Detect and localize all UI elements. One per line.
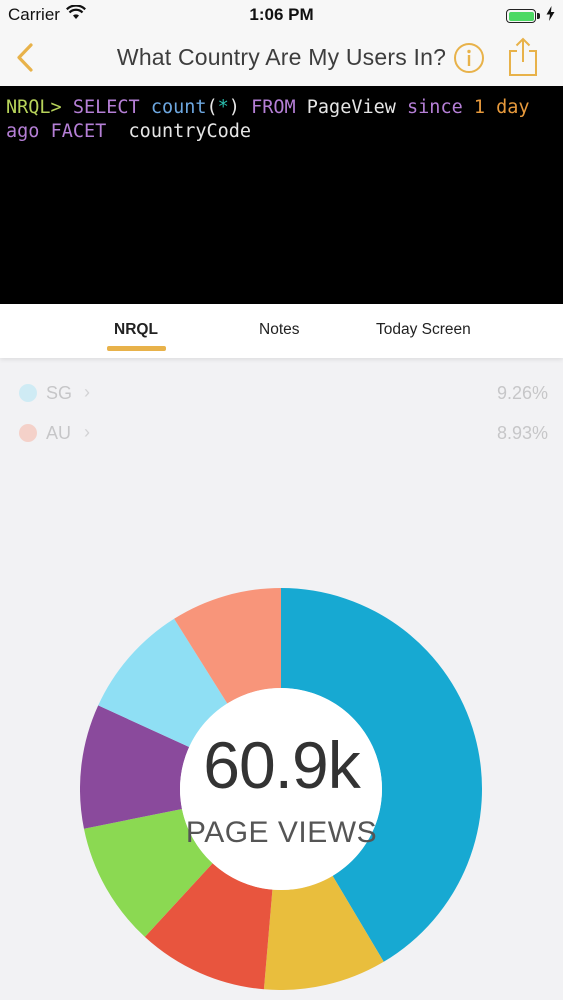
legend-row-au[interactable]: AU › 8.93%: [0, 418, 563, 448]
query-token: [296, 97, 307, 118]
chart-center-value: 60.9k: [203, 728, 360, 802]
status-bar: Carrier 1:06 PM: [0, 0, 563, 30]
legend-country-code: AU: [46, 423, 72, 443]
legend-country-code: SG: [46, 383, 73, 403]
query-token: ago: [6, 120, 40, 142]
query-token: ): [228, 97, 240, 118]
charging-icon: [546, 6, 555, 26]
share-icon: [509, 37, 537, 76]
query-token: FROM: [251, 97, 296, 118]
chart-center-label: PAGE VIEWS: [185, 816, 378, 849]
legend-color-dot: [19, 384, 37, 402]
battery-group: [506, 6, 555, 26]
query-token: *: [217, 97, 229, 118]
info-button[interactable]: [453, 42, 485, 74]
query-token: 1: [473, 97, 486, 118]
query-token: [530, 97, 541, 118]
share-button[interactable]: [506, 36, 540, 78]
query-token: [396, 97, 407, 118]
status-time: 1:06 PM: [249, 5, 314, 24]
query-token: SELECT: [72, 97, 140, 118]
legend-percent: 8.93%: [496, 423, 548, 443]
legend-color-dot: [19, 424, 37, 442]
query-token: [485, 97, 496, 118]
query-token: FACET: [50, 120, 107, 142]
query-token: [140, 97, 151, 118]
chevron-right-icon: ›: [84, 422, 90, 442]
tab-notes[interactable]: Notes: [259, 321, 300, 339]
chevron-right-icon: ›: [84, 382, 90, 402]
query-token: [106, 121, 128, 142]
info-icon: [454, 43, 484, 73]
query-token: PageView: [306, 97, 396, 118]
query-token: NRQL>: [6, 97, 62, 118]
query-token: since: [407, 97, 463, 118]
tab-nrql[interactable]: NRQL: [114, 321, 158, 339]
query-token: [39, 121, 50, 142]
query-token: (: [206, 97, 218, 118]
battery-icon: [506, 9, 540, 23]
query-token: count: [150, 97, 207, 118]
legend-row-sg[interactable]: SG › 9.26%: [0, 378, 563, 408]
navigation-bar: What Country Are My Users In?: [0, 30, 563, 86]
query-token: [62, 97, 73, 118]
tab-bar: NRQL Notes Today Screen: [0, 304, 563, 358]
query-token: countryCode: [128, 120, 252, 142]
query-token: [463, 97, 474, 118]
legend-percent: 9.26%: [496, 383, 548, 403]
query-token: day: [496, 97, 530, 118]
query-token: [240, 97, 251, 118]
tab-today-screen[interactable]: Today Screen: [376, 321, 471, 339]
nrql-query-editor[interactable]: NRQL> SELECT count(*) FROM PageView sinc…: [0, 86, 563, 304]
active-tab-indicator: [107, 346, 166, 351]
